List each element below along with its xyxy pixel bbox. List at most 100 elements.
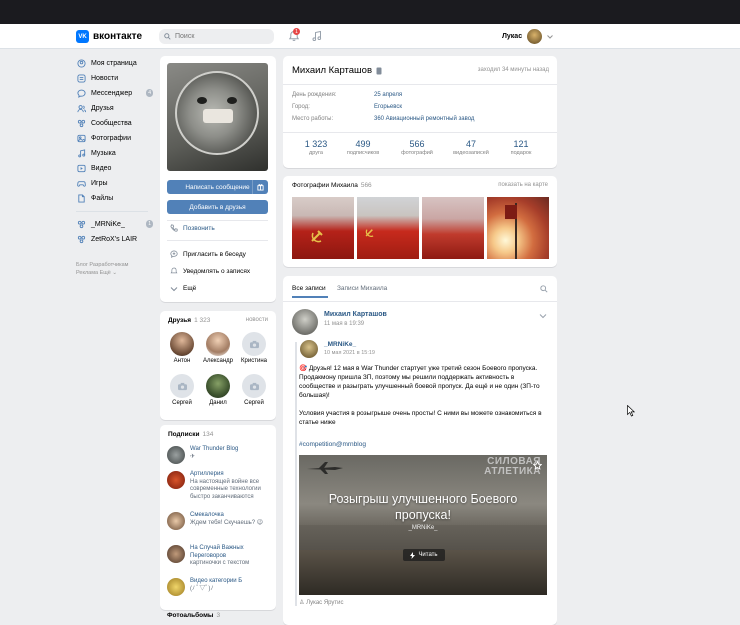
friend-item[interactable]: Сергей bbox=[236, 374, 272, 406]
post-hashtag[interactable]: #competition@mrnblog bbox=[299, 441, 366, 448]
friend-item[interactable]: Александр bbox=[200, 332, 236, 364]
sidebar-item-label: _MRNiKe_ bbox=[91, 221, 125, 228]
friend-item[interactable]: Кристина bbox=[236, 332, 272, 364]
search-box[interactable] bbox=[159, 29, 274, 44]
add-friend-button[interactable]: Добавить в друзья bbox=[167, 200, 268, 214]
sidebar-item-friends[interactable]: Друзья bbox=[76, 101, 156, 116]
repost-date[interactable]: 10 мая 2021 в 15:19 bbox=[324, 350, 375, 356]
sidebar-footer-links-2[interactable]: Реклама Ещё ⌄ bbox=[76, 269, 148, 277]
sidebar-footer-links-1[interactable]: Блог Разработчикам bbox=[76, 261, 148, 269]
friend-avatar bbox=[206, 332, 230, 356]
sidebar-item-mrnike[interactable]: _MRNiKe_ 1 bbox=[76, 217, 156, 232]
sidebar-item-news[interactable]: Новости bbox=[76, 71, 156, 86]
profile-photo[interactable] bbox=[167, 63, 268, 171]
stat-gifts[interactable]: 121 подарок bbox=[496, 139, 546, 156]
stat-friends[interactable]: 1 323 друга bbox=[291, 139, 341, 156]
tab-all-posts[interactable]: Все записи bbox=[292, 285, 326, 292]
sidebar-item-files[interactable]: Файлы bbox=[76, 191, 156, 206]
vk-logo[interactable]: VK вконтакте bbox=[76, 30, 142, 43]
sidebar-item-groups[interactable]: Сообщества bbox=[76, 116, 156, 131]
info-value-city[interactable]: Егорьевск bbox=[374, 104, 402, 110]
search-input[interactable] bbox=[175, 33, 265, 40]
more-actions[interactable]: Ещё bbox=[170, 285, 196, 292]
albums-header[interactable]: Фотоальбомы 3 bbox=[167, 612, 220, 619]
read-article-label: Читать bbox=[418, 552, 438, 558]
chevron-down-icon bbox=[170, 286, 178, 291]
profile-name: Михаил Карташов bbox=[292, 65, 382, 76]
photos-header[interactable]: Фотографии Михаила 566 bbox=[292, 182, 372, 189]
sidebar-item-label: Игры bbox=[91, 180, 108, 187]
post-author-avatar[interactable] bbox=[292, 309, 318, 335]
repost-author-name[interactable]: _MRNiKe_ bbox=[324, 341, 356, 348]
subscription-name: Видео категории Б bbox=[190, 578, 243, 584]
photo-thumb-flag-2[interactable] bbox=[357, 197, 419, 259]
info-value-birthday[interactable]: 25 апреля bbox=[374, 92, 402, 98]
friend-item[interactable]: Данил bbox=[200, 374, 236, 406]
article-banner[interactable]: СИЛОВАЯ АТЛЕТИКА Розыгрыш улучшенного Бо… bbox=[299, 455, 547, 595]
post-signature[interactable]: ♙ Лукас Ярутис bbox=[299, 599, 344, 606]
add-friend-label: Добавить в друзья bbox=[189, 203, 246, 211]
subscription-avatar bbox=[167, 545, 185, 563]
invite-chat-action[interactable]: Пригласить в беседу bbox=[170, 250, 246, 258]
sidebar-item-music[interactable]: Музыка bbox=[76, 146, 156, 161]
friend-name: Сергей bbox=[172, 400, 192, 406]
sidebar-item-photos[interactable]: Фотографии bbox=[76, 131, 156, 146]
post-text-1: 🎯 Друзья! 12 мая в War Thunder стартует … bbox=[299, 365, 540, 399]
subscription-item[interactable]: War Thunder Blog ✈ bbox=[167, 446, 238, 464]
friends-card: Друзья 1 323 новости Антон Александр Крис… bbox=[160, 311, 276, 420]
user-menu[interactable]: Лукас bbox=[502, 29, 553, 44]
friend-item[interactable]: Антон bbox=[164, 332, 200, 364]
subscription-desc: На настоящей войне все современные техно… bbox=[190, 478, 261, 500]
call-action[interactable]: Позвонить bbox=[170, 224, 215, 232]
tab-own-posts[interactable]: Записи Михаила bbox=[337, 285, 387, 292]
subscription-item[interactable]: На Случай Важных Переговоров картиночки с… bbox=[167, 545, 270, 568]
stat-photos[interactable]: 566 фотографий bbox=[392, 139, 442, 156]
sidebar-item-zetrox[interactable]: ZetRoX's LAIR bbox=[76, 232, 156, 247]
profile-info-card: Михаил Карташов заходил 34 минуты назад … bbox=[283, 56, 557, 168]
friend-name: Александр bbox=[202, 358, 234, 364]
stat-number: 1 323 bbox=[304, 139, 328, 149]
lightning-icon bbox=[410, 551, 416, 559]
subscriptions-header[interactable]: Подписки 134 bbox=[168, 431, 213, 438]
gift-icon[interactable] bbox=[257, 183, 264, 191]
subscription-item[interactable]: Артиллерия На настоящей войне все совреме… bbox=[167, 471, 270, 501]
sidebar-item-video[interactable]: Видео bbox=[76, 161, 156, 176]
chevron-down-icon[interactable] bbox=[539, 313, 547, 319]
sidebar-footer[interactable]: Блог Разработчикам Реклама Ещё ⌄ bbox=[76, 261, 148, 277]
notify-posts-label: Уведомлять о записях bbox=[183, 267, 251, 275]
friends-header[interactable]: Друзья 1 323 bbox=[168, 317, 210, 324]
flag-cloth bbox=[505, 205, 517, 219]
read-article-button[interactable]: Читать bbox=[403, 549, 445, 561]
photo-thumb-flag-4[interactable] bbox=[487, 197, 549, 259]
show-on-map-link[interactable]: показать на карте bbox=[498, 182, 548, 188]
messenger-badge: 4 bbox=[146, 89, 153, 97]
music-icon[interactable] bbox=[311, 30, 323, 42]
search-icon[interactable] bbox=[540, 285, 548, 293]
friend-item[interactable]: Сергей bbox=[164, 374, 200, 406]
subscription-name: Артиллерия bbox=[190, 471, 224, 477]
repost-author-avatar[interactable] bbox=[300, 340, 318, 358]
write-message-button[interactable]: Написать сообщение bbox=[167, 180, 268, 194]
photos-count: 566 bbox=[360, 182, 372, 189]
info-value-work[interactable]: 360 Авиационный ремонтный завод bbox=[374, 116, 474, 122]
sidebar-item-games[interactable]: Игры bbox=[76, 176, 156, 191]
sidebar-item-my-page[interactable]: Моя страница bbox=[76, 56, 156, 71]
subscription-item[interactable]: Смекалочка Ждем тебя! Скучаешь? 😉 bbox=[167, 512, 263, 530]
photo-thumb-flag-3[interactable] bbox=[422, 197, 484, 259]
profile-photo-eye bbox=[227, 97, 237, 104]
stat-followers[interactable]: 499 подписчиков bbox=[338, 139, 388, 156]
vk-logo-mark: VK bbox=[76, 30, 89, 43]
subscription-item[interactable]: Видео категории Б (ﾉ ﾟ▽ﾟ)ﾉ bbox=[167, 578, 242, 596]
post-author-name[interactable]: Михаил Карташов bbox=[324, 311, 387, 318]
star-icon[interactable] bbox=[533, 461, 542, 470]
photo-thumb-flag-1[interactable] bbox=[292, 197, 354, 259]
friends-news-link[interactable]: новости bbox=[246, 317, 268, 323]
post-date[interactable]: 11 мая в 19:39 bbox=[324, 321, 364, 327]
write-message-label: Написать сообщение bbox=[185, 183, 250, 191]
notify-posts-action[interactable]: Уведомлять о записях bbox=[170, 267, 250, 275]
user-name: Лукас bbox=[502, 33, 523, 40]
profile-photo-eye bbox=[197, 97, 207, 104]
sidebar-item-messenger[interactable]: Мессенджер 4 bbox=[76, 86, 156, 101]
stat-videos[interactable]: 47 видеозаписей bbox=[446, 139, 496, 156]
add-chat-icon bbox=[170, 250, 178, 258]
